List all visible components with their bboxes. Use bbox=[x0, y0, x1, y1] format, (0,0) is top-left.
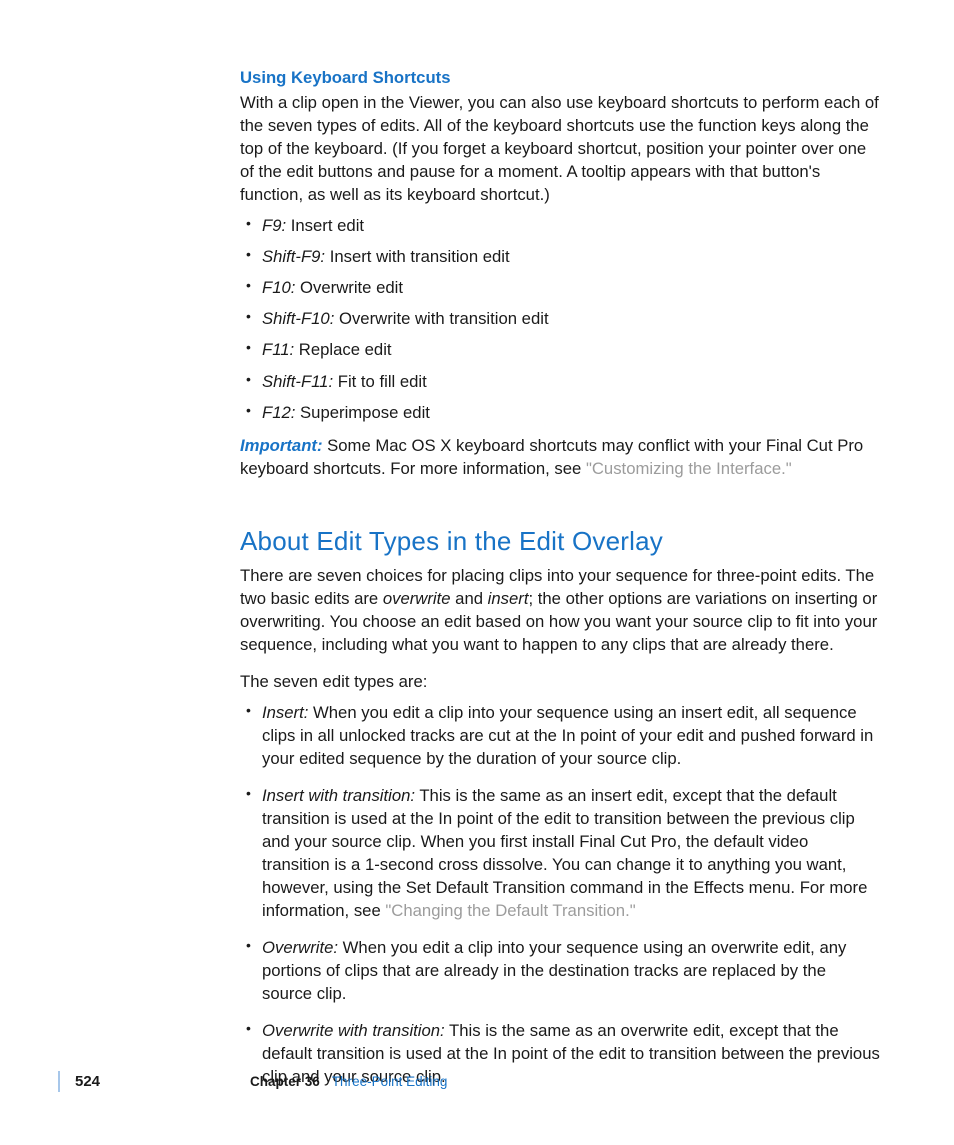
chapter-label: Chapter 36 bbox=[250, 1074, 320, 1089]
shortcut-desc: Replace edit bbox=[294, 340, 391, 359]
shortcut-key: F12: bbox=[262, 403, 295, 422]
shortcut-key: F11: bbox=[262, 340, 294, 359]
important-note: Important: Some Mac OS X keyboard shortc… bbox=[240, 434, 880, 480]
edit-type-body: When you edit a clip into your sequence … bbox=[262, 938, 846, 1003]
document-page: Using Keyboard Shortcuts With a clip ope… bbox=[0, 0, 954, 1145]
section-heading-edit-types: About Edit Types in the Edit Overlay bbox=[240, 524, 880, 560]
edit-type-term: Overwrite: bbox=[262, 938, 338, 957]
list-item: F9: Insert edit bbox=[260, 214, 880, 237]
shortcut-desc: Insert edit bbox=[286, 216, 364, 235]
edit-type-term: Insert with transition: bbox=[262, 786, 415, 805]
list-item: F11: Replace edit bbox=[260, 338, 880, 361]
shortcut-list: F9: Insert edit Shift-F9: Insert with tra… bbox=[240, 214, 880, 423]
shortcut-desc: Fit to fill edit bbox=[333, 372, 427, 391]
edit-types-intro: There are seven choices for placing clip… bbox=[240, 564, 880, 656]
shortcut-key: Shift-F10: bbox=[262, 309, 334, 328]
shortcut-desc: Insert with transition edit bbox=[325, 247, 510, 266]
text-run: and bbox=[451, 589, 488, 608]
edit-types-list: Insert: When you edit a clip into your s… bbox=[240, 701, 880, 1089]
shortcut-desc: Overwrite edit bbox=[295, 278, 403, 297]
shortcut-key: F10: bbox=[262, 278, 295, 297]
edit-type-body: When you edit a clip into your sequence … bbox=[262, 703, 873, 768]
page-number: 524 bbox=[75, 1073, 100, 1090]
list-item: Shift-F11: Fit to fill edit bbox=[260, 370, 880, 393]
important-label: Important: bbox=[240, 436, 327, 455]
link-customizing-interface[interactable]: "Customizing the Interface." bbox=[586, 459, 792, 478]
list-item: Overwrite: When you edit a clip into you… bbox=[260, 936, 880, 1005]
shortcut-desc: Superimpose edit bbox=[295, 403, 430, 422]
term-overwrite: overwrite bbox=[383, 589, 451, 608]
main-text-column: Using Keyboard Shortcuts With a clip ope… bbox=[240, 66, 880, 1103]
intro-paragraph: With a clip open in the Viewer, you can … bbox=[240, 91, 880, 206]
list-item: Insert: When you edit a clip into your s… bbox=[260, 701, 880, 770]
edit-types-lead: The seven edit types are: bbox=[240, 670, 880, 693]
section-heading-shortcuts: Using Keyboard Shortcuts bbox=[240, 66, 880, 89]
shortcut-key: Shift-F11: bbox=[262, 372, 333, 391]
list-item: Shift-F10: Overwrite with transition edi… bbox=[260, 307, 880, 330]
list-item: Insert with transition: This is the same… bbox=[260, 784, 880, 922]
edit-type-term: Overwrite with transition: bbox=[262, 1021, 445, 1040]
term-insert: insert bbox=[488, 589, 529, 608]
chapter-title: Three-Point Editing bbox=[332, 1074, 448, 1089]
shortcut-desc: Overwrite with transition edit bbox=[334, 309, 548, 328]
page-footer: 524 Chapter 36 Three-Point Editing bbox=[58, 1071, 875, 1092]
list-item: F12: Superimpose edit bbox=[260, 401, 880, 424]
shortcut-key: Shift-F9: bbox=[262, 247, 325, 266]
list-item: Shift-F9: Insert with transition edit bbox=[260, 245, 880, 268]
list-item: F10: Overwrite edit bbox=[260, 276, 880, 299]
cross-reference-link[interactable]: "Changing the Default Transition." bbox=[385, 901, 635, 920]
edit-type-term: Insert: bbox=[262, 703, 308, 722]
shortcut-key: F9: bbox=[262, 216, 286, 235]
